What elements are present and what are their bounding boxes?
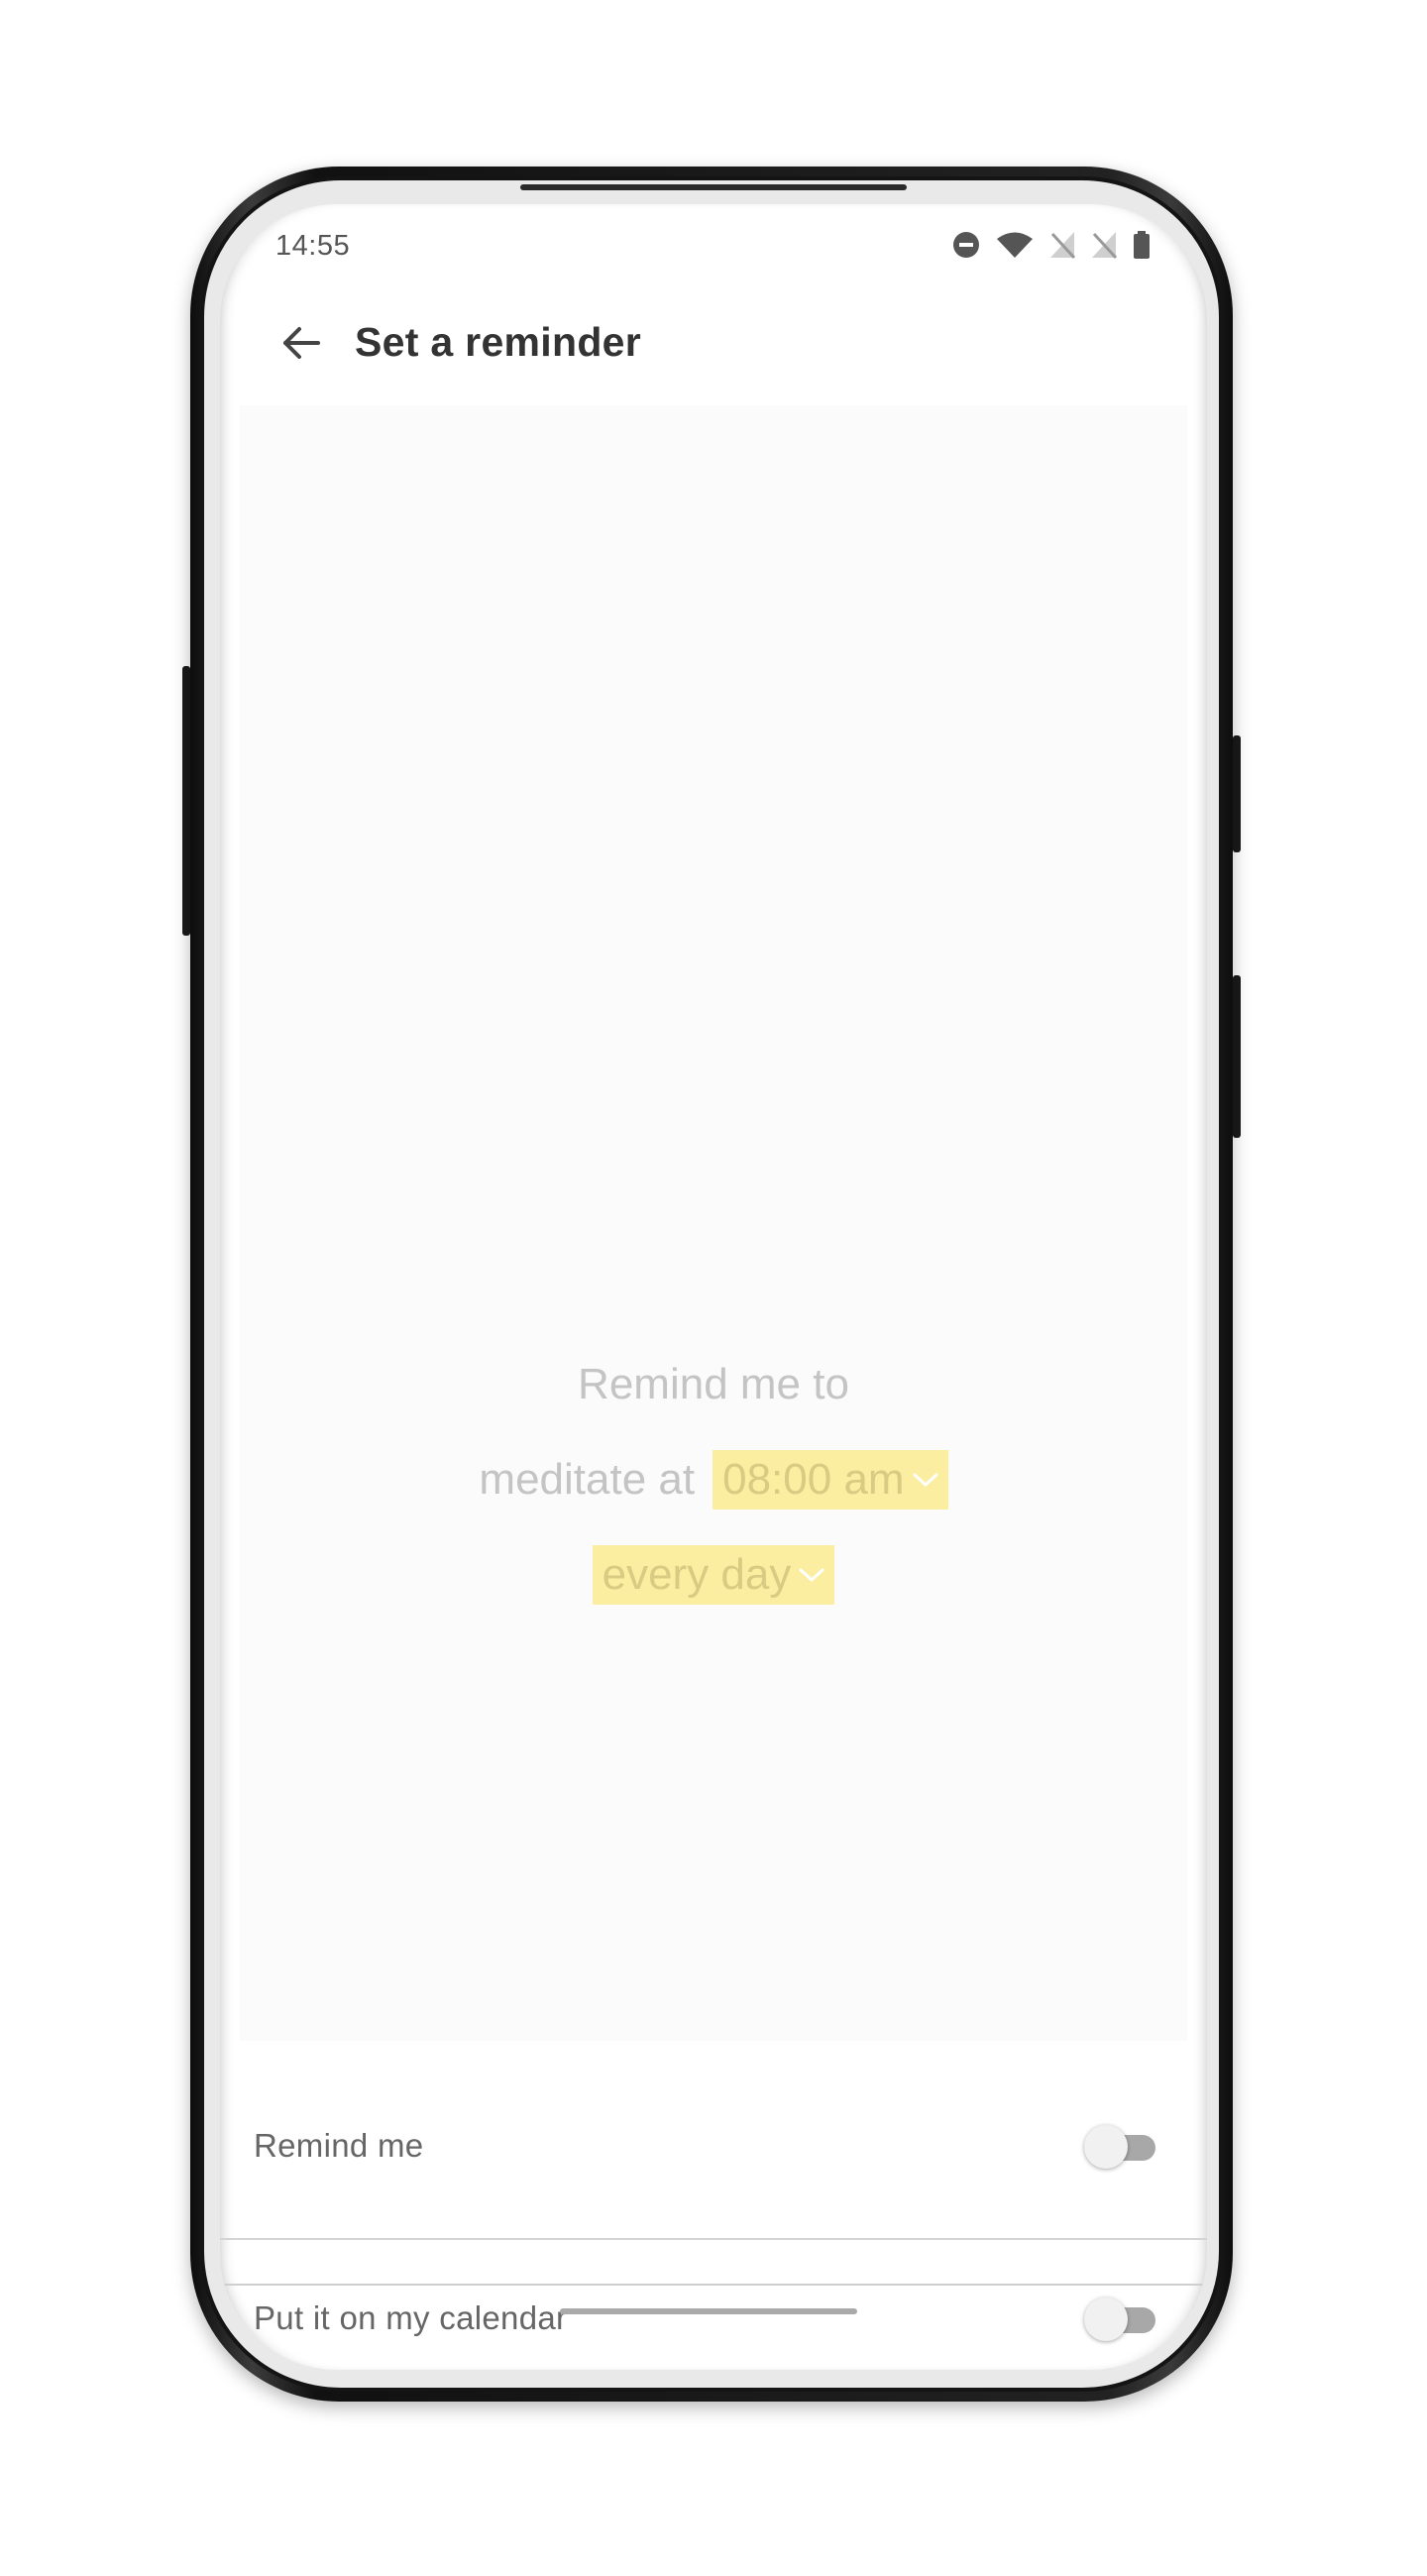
reminder-panel: Remind me to meditate at 08:00 am every d… (240, 405, 1187, 2041)
page-title: Set a reminder (355, 319, 642, 365)
status-time: 14:55 (275, 230, 351, 262)
remind-me-toggle[interactable] (1084, 2123, 1157, 2173)
sentence-line-2: meditate at 08:00 am (240, 1450, 1187, 1510)
alert-slider (1233, 735, 1241, 852)
remind-me-row[interactable]: Remind me (220, 2066, 1207, 2240)
power-button (1233, 975, 1241, 1138)
no-sim-icon (1092, 232, 1118, 260)
calendar-label: Put it on my calendar (254, 2299, 568, 2336)
gesture-navigation-bar[interactable] (560, 2308, 857, 2314)
phone-screen: 14:55 Set a reminder Remind me to medita… (220, 204, 1207, 2370)
sentence-line-3: every day (240, 1545, 1187, 1605)
bottom-divider (220, 2284, 1207, 2286)
device-mockup: 14:55 Set a reminder Remind me to medita… (0, 0, 1427, 2576)
do-not-disturb-icon (953, 232, 979, 258)
frequency-dropdown[interactable]: every day (592, 1545, 835, 1605)
toggle-knob (1084, 2125, 1128, 2169)
remind-me-label: Remind me (254, 2127, 424, 2164)
chevron-down-icon (913, 1473, 938, 1487)
arrow-left-icon (283, 327, 320, 359)
back-button[interactable] (266, 307, 337, 379)
toggle-knob (1084, 2297, 1128, 2341)
wifi-icon (997, 232, 1033, 258)
time-value: 08:00 am (722, 1455, 905, 1504)
no-sim-icon (1050, 232, 1076, 260)
sentence-line-1: Remind me to (578, 1360, 849, 1408)
status-icons (951, 230, 1152, 260)
earpiece-speaker (520, 184, 907, 190)
frequency-value: every day (602, 1550, 792, 1599)
calendar-row[interactable]: Put it on my calendar (220, 2238, 1207, 2370)
calendar-toggle[interactable] (1084, 2296, 1157, 2345)
battery-icon (1134, 231, 1150, 259)
volume-button (182, 666, 190, 936)
chevron-down-icon (799, 1568, 824, 1582)
time-dropdown[interactable]: 08:00 am (713, 1450, 948, 1510)
sentence-meditate-text: meditate at (479, 1455, 696, 1504)
